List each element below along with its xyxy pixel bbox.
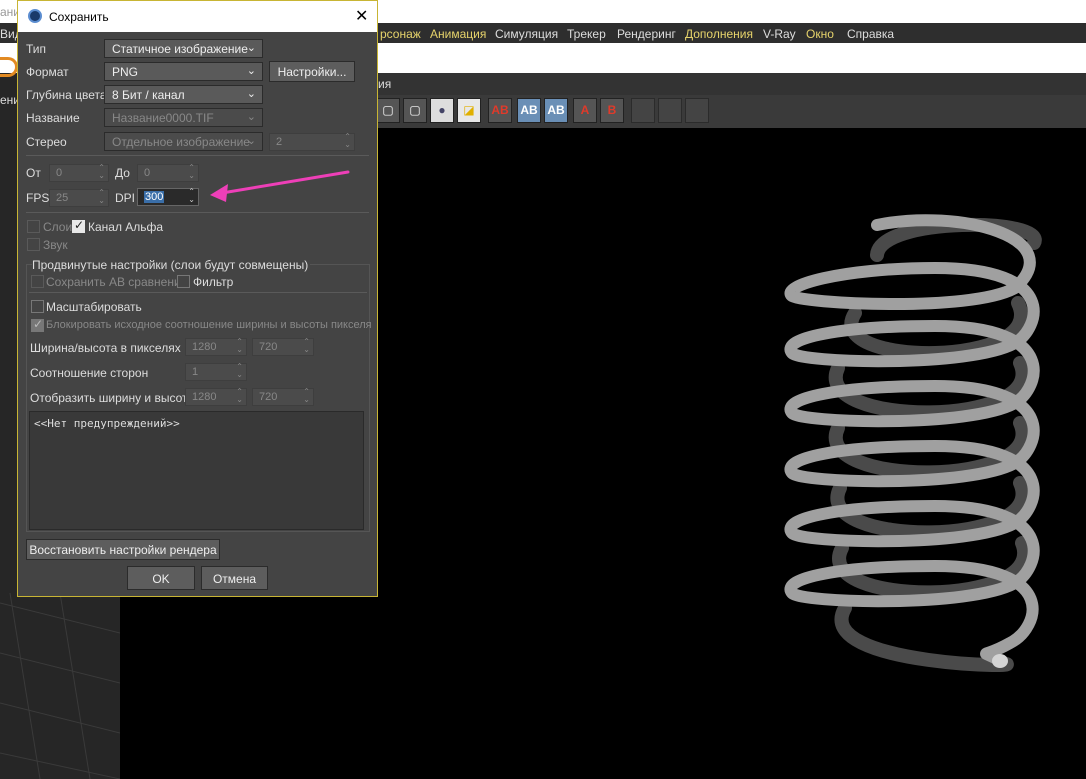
menu-item-tracker[interactable]: Трекер	[567, 27, 606, 41]
menu-item-vray[interactable]: V-Ray	[763, 27, 796, 41]
stereo-mode-icon[interactable]: ◪	[457, 98, 481, 123]
ok-button[interactable]: OK	[127, 566, 195, 590]
color-depth-label: Глубина цвета	[26, 88, 107, 102]
ab-compare-label: Сохранить AB сравнение	[46, 275, 188, 289]
format-settings-button[interactable]: Настройки...	[269, 61, 355, 82]
spinner-arrows-icon[interactable]: ⌃ ⌄	[344, 133, 351, 149]
app-logo-icon	[0, 57, 18, 77]
pixel-size-label: Ширина/высота в пикселях	[30, 341, 181, 355]
dialog-title: Сохранить	[49, 10, 109, 24]
ab-compare-ab-icon[interactable]: AB	[544, 98, 568, 123]
sound-label: Звук	[43, 238, 68, 252]
pixel-width-field[interactable]: 1280 ⌃ ⌄	[185, 338, 247, 356]
layers-checkbox[interactable]	[27, 220, 40, 233]
display-width-field[interactable]: 1280 ⌃ ⌄	[185, 388, 247, 406]
layers-label: Слои	[43, 220, 73, 234]
chevron-down-icon: ⌄	[246, 42, 256, 54]
from-label: От	[26, 166, 41, 180]
tool-2-icon[interactable]	[658, 98, 682, 123]
aspect-ratio-field[interactable]: 1 ⌃ ⌄	[185, 363, 247, 381]
name-field[interactable]: Название0000.TIF ⌄	[104, 108, 263, 127]
filter-label: Фильтр	[193, 275, 234, 289]
menu-item-animation[interactable]: Анимация	[430, 27, 486, 41]
spinner-arrows-icon[interactable]: ⌃ ⌄	[98, 164, 105, 180]
perspective-grid	[0, 593, 120, 779]
swap-b-icon[interactable]: B	[600, 98, 624, 123]
menu-item-window[interactable]: Окно	[806, 27, 834, 41]
divider	[26, 155, 369, 156]
format-select[interactable]: PNG ⌄	[104, 62, 263, 81]
menu-item-extensions[interactable]: Дополнения	[685, 27, 753, 41]
fps-field[interactable]: 25 ⌃ ⌄	[49, 189, 109, 207]
from-field[interactable]: 0 ⌃ ⌄	[49, 164, 109, 182]
chevron-down-icon: ⌄	[246, 111, 256, 123]
spinner-arrows-icon[interactable]: ⌃ ⌄	[98, 189, 105, 205]
menu-item-rendering[interactable]: Рендеринг	[617, 27, 676, 41]
dpi-label: DPI	[115, 191, 136, 205]
spinner-arrows-icon[interactable]: ⌃ ⌄	[188, 188, 195, 204]
chevron-down-icon: ⌄	[246, 135, 256, 147]
alpha-channel-checkbox[interactable]	[72, 218, 85, 233]
render-view-icon[interactable]: ▢	[403, 98, 427, 123]
type-select[interactable]: Статичное изображение ⌄	[104, 39, 263, 58]
spinner-arrows-icon[interactable]: ⌃ ⌄	[303, 338, 310, 354]
close-icon[interactable]: ✕	[355, 6, 368, 26]
chevron-down-icon: ⌄	[246, 88, 256, 100]
warnings-box: <<Нет предупреждений>>	[29, 411, 364, 530]
spinner-arrows-icon[interactable]: ⌃ ⌄	[303, 388, 310, 404]
ab-compare-b-icon[interactable]: AB	[517, 98, 541, 123]
menu-item-character[interactable]: рсонаж	[380, 27, 421, 41]
pixel-height-field[interactable]: 720 ⌃ ⌄	[252, 338, 314, 356]
swap-a-icon[interactable]: A	[573, 98, 597, 123]
lock-ratio-label: Блокировать исходное соотношение ширины …	[46, 319, 372, 331]
fps-label: FPS	[26, 191, 50, 205]
sound-checkbox[interactable]	[27, 238, 40, 251]
color-depth-select[interactable]: 8 Бит / канал ⌄	[104, 85, 263, 104]
tool-3-icon[interactable]	[685, 98, 709, 123]
spinner-arrows-icon[interactable]: ⌃ ⌄	[236, 338, 243, 354]
save-dialog: Сохранить ✕ Тип Статичное изображение ⌄ Ф…	[17, 0, 378, 597]
region-render-icon[interactable]: ▢	[376, 98, 400, 123]
stereo-select[interactable]: Отдельное изображение ⌄	[104, 132, 263, 151]
dpi-field[interactable]: 300 ⌃ ⌄	[137, 188, 199, 206]
advanced-settings-title: Продвинутые настройки (слои будут совмещ…	[32, 258, 311, 272]
filter-checkbox[interactable]	[177, 275, 190, 288]
alpha-channel-label: Канал Альфа	[88, 220, 164, 234]
divider	[26, 212, 369, 213]
scale-checkbox[interactable]	[31, 300, 44, 313]
cinema4d-app-icon	[28, 9, 42, 23]
format-label: Формат	[26, 65, 69, 79]
tool-1-icon[interactable]	[631, 98, 655, 123]
chevron-down-icon: ⌄	[246, 65, 256, 77]
menu-item-simulation[interactable]: Симуляция	[495, 27, 558, 41]
name-label: Название	[26, 111, 80, 125]
ab-compare-checkbox[interactable]	[31, 275, 44, 288]
divider	[29, 292, 367, 293]
menu-item-help[interactable]: Справка	[847, 27, 894, 41]
to-field[interactable]: 0 ⌃ ⌄	[137, 164, 199, 182]
type-label: Тип	[26, 42, 47, 56]
stereo-count-field[interactable]: 2 ⌃ ⌄	[269, 133, 355, 151]
scale-label: Масштабировать	[46, 300, 142, 314]
panel-title-fragment: ия	[378, 77, 392, 91]
lock-ratio-checkbox[interactable]	[31, 317, 44, 332]
spinner-arrows-icon[interactable]: ⌃ ⌄	[188, 164, 195, 180]
display-height-field[interactable]: 720 ⌃ ⌄	[252, 388, 314, 406]
dialog-title-bar: Сохранить ✕	[18, 1, 377, 32]
spinner-arrows-icon[interactable]: ⌃ ⌄	[236, 388, 243, 404]
aspect-ratio-label: Соотношение сторон	[30, 366, 149, 380]
ab-compare-a-icon[interactable]: AB	[488, 98, 512, 123]
spinner-arrows-icon[interactable]: ⌃ ⌄	[236, 363, 243, 379]
cancel-button[interactable]: Отмена	[201, 566, 268, 590]
display-size-label: Отобразить ширину и высоту	[30, 391, 194, 405]
render-settings-icon[interactable]: ●	[430, 98, 454, 123]
restore-render-settings-button[interactable]: Восстановить настройки рендера	[26, 539, 220, 560]
stereo-label: Стерео	[26, 135, 67, 149]
to-label: До	[115, 166, 130, 180]
annotation-arrow-icon	[210, 170, 350, 202]
